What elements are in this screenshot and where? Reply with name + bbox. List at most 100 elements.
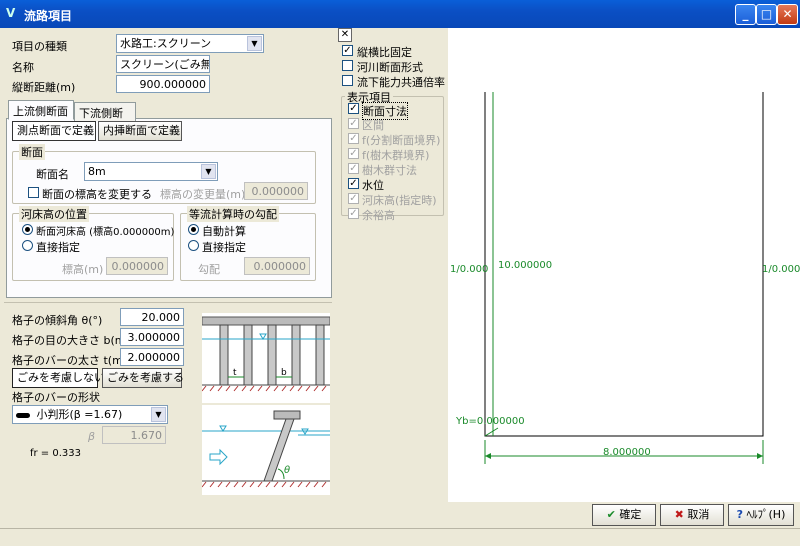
flow-factor-label: 流下能力共通倍率	[357, 76, 445, 89]
change-amount-input[interactable]: 0.000000	[244, 182, 308, 200]
define-by-station-button[interactable]: 測点断面で定義	[12, 121, 96, 141]
bed-elev-input[interactable]: 0.000000	[106, 257, 168, 275]
x-icon: ✖	[674, 508, 684, 521]
shape-label: 格子のバーの形状	[12, 391, 100, 404]
diagram-b-label: b	[281, 368, 287, 378]
display-item-label: 余裕高	[362, 209, 395, 222]
display-item-checkbox[interactable]: ✓	[348, 148, 359, 159]
display-item-label: f(樹木群境界)	[362, 149, 430, 162]
change-amount-label: 標高の変更量(m)	[160, 188, 246, 201]
display-item-checkbox[interactable]: ✓	[348, 103, 359, 114]
display-item-checkbox[interactable]: ✓	[348, 208, 359, 219]
section-name-value: 8m	[88, 165, 106, 178]
bed-opt-direct-label: 直接指定	[36, 241, 80, 254]
right-slope-label: 1/0.000	[762, 264, 800, 275]
check-icon: ✔	[606, 508, 616, 521]
mesh-input[interactable]: 3.000000	[120, 328, 184, 346]
section-name-select[interactable]: 8m ▼	[84, 162, 218, 181]
beta-input[interactable]: 1.670	[102, 426, 166, 444]
display-item-label: 区間	[362, 119, 384, 132]
name-label: 名称	[12, 61, 34, 74]
ok-button[interactable]: ✔ 確定	[592, 504, 656, 526]
screen-front-diagram: t b	[202, 313, 330, 403]
distance-label: 縦断距離(m)	[12, 81, 76, 94]
section-name-label: 断面名	[36, 168, 69, 181]
cancel-button[interactable]: ✖ 取消	[660, 504, 724, 526]
bed-elev-label: 標高(m)	[62, 263, 104, 276]
angle-label: 格子の傾斜角 θ(°)	[12, 314, 103, 327]
no-debris-button[interactable]: ごみを考慮しない	[12, 368, 105, 388]
screen-side-diagram: θ	[202, 405, 330, 495]
help-button[interactable]: ? ﾍﾙﾌﾟ(H)	[728, 504, 794, 526]
window-title: 流路項目	[24, 9, 73, 23]
slope-value-input[interactable]: 0.000000	[244, 257, 310, 275]
title-bar: V 流路項目 _ □ ✕	[0, 0, 800, 28]
section-group-title: 断面	[19, 144, 45, 160]
display-item-label: 樹木群寸法	[362, 164, 417, 177]
name-input[interactable]: スクリーン(ごみ無し	[116, 55, 210, 73]
type-label: 項目の種類	[12, 40, 67, 53]
river-form-label: 河川断面形式	[357, 61, 423, 74]
type-value: 水路工:スクリーン	[120, 37, 212, 50]
define-by-interpolation-button[interactable]: 内挿断面で定義	[98, 121, 182, 141]
bar-label: 格子のバーの太さ t(m)	[12, 354, 128, 367]
left-slope-label: 1/0.000	[450, 264, 488, 275]
river-form-checkbox[interactable]	[342, 60, 353, 71]
close-button[interactable]: ✕	[777, 4, 798, 25]
height-label: 10.000000	[498, 260, 552, 271]
cancel-label: 取消	[687, 508, 710, 521]
bar-input[interactable]: 2.000000	[120, 348, 184, 366]
slope-direct-label: 直接指定	[202, 241, 246, 254]
bar-shape-value: 小判形(β =1.67)	[36, 408, 123, 421]
display-item-checkbox[interactable]: ✓	[348, 193, 359, 204]
distance-input[interactable]: 900.000000	[116, 75, 210, 93]
slope-value-label: 勾配	[198, 263, 220, 276]
bed-group-title: 河床高の位置	[19, 206, 89, 222]
change-elevation-label: 断面の標高を変更する	[42, 188, 152, 201]
tab-upstream[interactable]: 上流側断面	[8, 100, 74, 120]
slope-auto-label: 自動計算	[202, 225, 246, 238]
bar-shape-select[interactable]: 小判形(β =1.67) ▼	[12, 405, 168, 424]
display-item-checkbox[interactable]: ✓	[348, 178, 359, 189]
section-drawing: 1/0.000 1/0.000 10.000000 Yb=0.000000 8.…	[450, 92, 800, 464]
dialog-body: 項目の種類 水路工:スクリーン ▼ 名称 スクリーン(ごみ無し 縦断距離(m) …	[0, 28, 800, 546]
ok-label: 確定	[619, 508, 642, 521]
yb-label: Yb=0.000000	[455, 416, 525, 427]
display-item-label: f(分割断面境界)	[362, 134, 441, 147]
display-item-label: 水位	[362, 179, 384, 192]
slope-auto-radio[interactable]	[188, 224, 199, 235]
bed-opt-section-radio[interactable]	[22, 224, 33, 235]
fix-ratio-label: 縦横比固定	[357, 46, 412, 59]
display-item-checkbox[interactable]: ✓	[348, 163, 359, 174]
type-select[interactable]: 水路工:スクリーン ▼	[116, 34, 264, 53]
bed-opt-direct-radio[interactable]	[22, 240, 33, 251]
fix-ratio-checkbox[interactable]: ✓	[342, 45, 353, 56]
question-icon: ?	[736, 508, 744, 521]
slope-direct-radio[interactable]	[188, 240, 199, 251]
app-icon: V	[6, 6, 16, 20]
mesh-label: 格子の目の大きさ b(m)	[12, 334, 130, 347]
display-item-label: 河床高(指定時)	[362, 194, 437, 207]
display-item-checkbox[interactable]: ✓	[348, 118, 359, 129]
chevron-down-icon[interactable]: ▼	[201, 164, 216, 179]
close-options-button[interactable]: ✕	[338, 28, 352, 42]
diagram-theta-label: θ	[284, 465, 290, 476]
tab-downstream[interactable]: 下流側断面	[74, 102, 136, 136]
help-label: ﾍﾙﾌﾟ(H)	[746, 508, 786, 521]
diagram-t-label: t	[233, 368, 237, 378]
angle-input[interactable]: 20.000	[120, 308, 184, 326]
fr-value: fr = 0.333	[30, 448, 81, 459]
bar-shape-icon	[16, 412, 30, 418]
chevron-down-icon[interactable]: ▼	[247, 36, 262, 51]
left-panel-border	[4, 302, 332, 303]
flow-factor-checkbox[interactable]	[342, 75, 353, 86]
maximize-button[interactable]: □	[756, 4, 777, 25]
change-elevation-checkbox[interactable]	[28, 187, 39, 198]
minimize-button[interactable]: _	[735, 4, 756, 25]
drawing-canvas: 1/0.000 1/0.000 10.000000 Yb=0.000000 8.…	[448, 28, 800, 502]
chevron-down-icon[interactable]: ▼	[151, 407, 166, 422]
status-bar	[0, 528, 800, 546]
debris-button[interactable]: ごみを考慮する	[102, 368, 184, 388]
display-item-checkbox[interactable]: ✓	[348, 133, 359, 144]
width-label: 8.000000	[603, 447, 651, 458]
